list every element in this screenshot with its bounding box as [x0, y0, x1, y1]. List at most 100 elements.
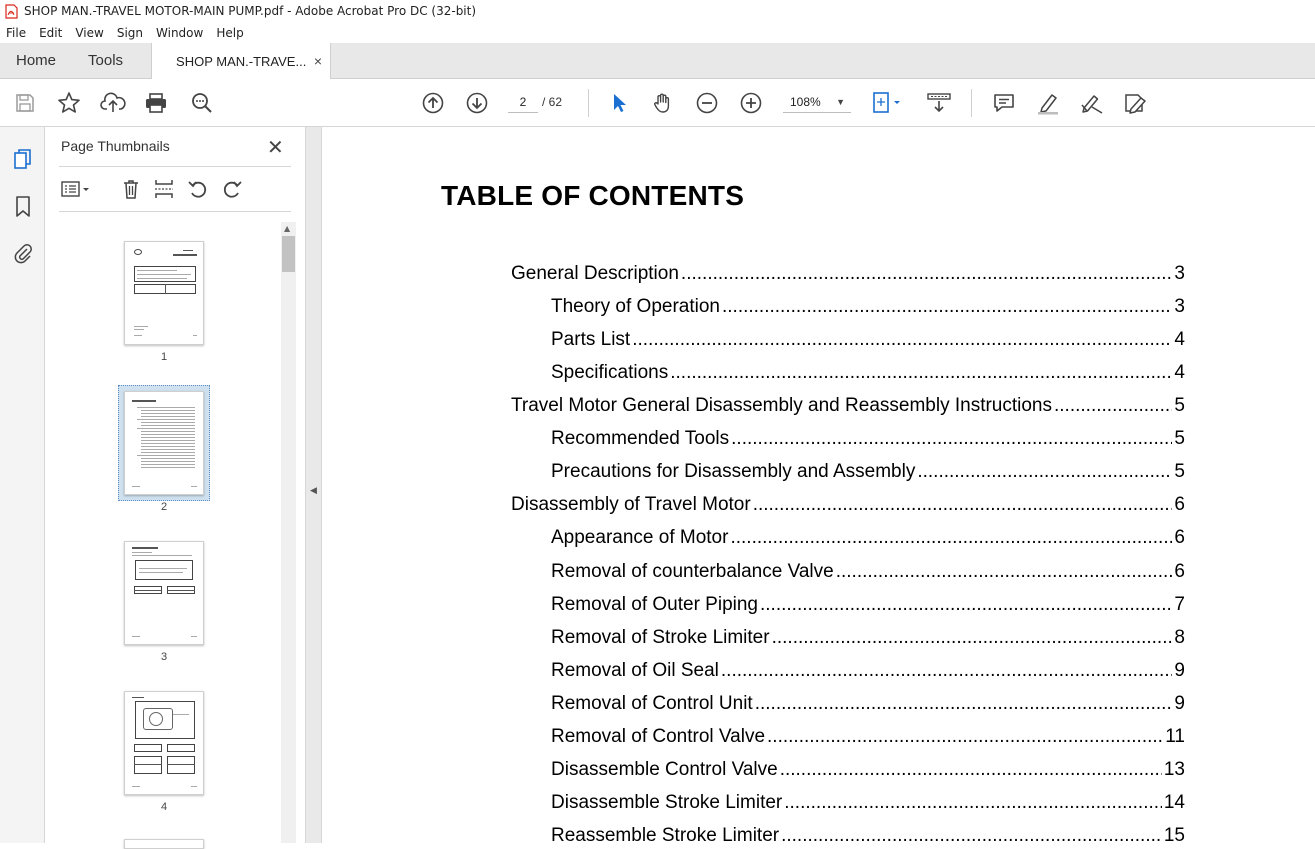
select-cursor-icon[interactable]: [605, 89, 633, 117]
tab-home[interactable]: Home: [0, 43, 72, 78]
toc-leader-dots: [681, 263, 1173, 285]
page-thumbnail-1[interactable]: [124, 241, 204, 345]
toc-entry-title: Removal of counterbalance Valve: [551, 561, 834, 582]
toc-entry[interactable]: Appearance of Motor 6: [551, 527, 1185, 551]
title-bar: SHOP MAN.-TRAVEL MOTOR-MAIN PUMP.pdf - A…: [0, 0, 1315, 22]
redact-edit-icon[interactable]: [1122, 89, 1150, 117]
hand-tool-icon[interactable]: [649, 89, 677, 117]
rotate-counterclockwise-icon[interactable]: [186, 177, 210, 201]
menu-window[interactable]: Window: [156, 26, 203, 40]
toc-entry-page: 15: [1163, 825, 1185, 843]
menu-edit[interactable]: Edit: [39, 26, 62, 40]
page-thumbnail-4[interactable]: [124, 691, 204, 795]
panel-close-icon[interactable]: ✕: [267, 135, 284, 159]
toc-entry[interactable]: Parts List 4: [551, 329, 1185, 353]
toc-entry-page: 3: [1174, 263, 1185, 284]
toc-entry-title: Precautions for Disassembly and Assembly: [551, 461, 916, 482]
toc-leader-dots: [780, 759, 1162, 781]
toc-entry[interactable]: Recommended Tools 5: [551, 428, 1185, 452]
toc-entry[interactable]: Removal of counterbalance Valve 6: [551, 561, 1185, 585]
bookmark-star-icon[interactable]: [55, 89, 83, 117]
toc-entry-page: 4: [1174, 329, 1185, 350]
toc-entry[interactable]: Removal of Outer Piping 7: [551, 594, 1185, 618]
scroll-up-arrow-icon[interactable]: ▲: [284, 224, 290, 233]
zoom-out-icon[interactable]: [693, 89, 721, 117]
page-number-input[interactable]: 2: [508, 91, 538, 113]
toc-leader-dots: [836, 561, 1173, 583]
toc-leader-dots: [760, 594, 1172, 616]
toc-entry[interactable]: Specifications 4: [551, 362, 1185, 386]
zoom-in-icon[interactable]: [737, 89, 765, 117]
toc-entry-page: 6: [1174, 561, 1185, 582]
highlight-pen-icon[interactable]: [1034, 89, 1062, 117]
toc-entry[interactable]: Disassemble Control Valve 13: [551, 759, 1185, 783]
tab-tools[interactable]: Tools: [72, 43, 139, 78]
scrolling-mode-icon[interactable]: [925, 89, 953, 117]
toc-leader-dots: [670, 362, 1172, 384]
toc-entry[interactable]: Theory of Operation 3: [551, 296, 1185, 320]
page-thumbnail-label: 2: [160, 501, 168, 513]
document-view[interactable]: TABLE OF CONTENTS General Description 3 Th…: [322, 127, 1315, 843]
comment-icon[interactable]: [990, 89, 1018, 117]
toc-leader-dots: [1054, 395, 1172, 417]
collapse-panel-arrow-icon[interactable]: ◀: [310, 486, 317, 496]
main-toolbar: [0, 79, 1315, 127]
toc-entry-title: Removal of Oil Seal: [551, 660, 719, 681]
toc-entry[interactable]: General Description 3: [511, 263, 1185, 287]
toc-entry[interactable]: Removal of Stroke Limiter 8: [551, 627, 1185, 651]
next-page-icon[interactable]: [463, 89, 491, 117]
tab-document[interactable]: SHOP MAN.-TRAVE... ×: [151, 43, 332, 79]
toc-entry-title: General Description: [511, 263, 679, 284]
page-total-label: / 62: [542, 95, 563, 109]
zoom-level-value: 108%: [790, 95, 821, 109]
toc-entry-page: 11: [1165, 726, 1185, 747]
toc-entry[interactable]: Removal of Control Valve 11: [551, 726, 1185, 750]
page-thumbnails-icon[interactable]: [9, 145, 37, 173]
toc-entry[interactable]: Disassembly of Travel Motor 6: [511, 494, 1185, 518]
zoom-level-select[interactable]: 108% ▼: [783, 91, 851, 113]
toc-leader-dots: [784, 792, 1162, 814]
insert-page-icon[interactable]: [152, 177, 176, 201]
menu-help[interactable]: Help: [216, 26, 243, 40]
panel-splitter[interactable]: ◀: [305, 127, 322, 843]
toc-leader-dots: [755, 693, 1173, 715]
fill-sign-icon[interactable]: [1078, 89, 1106, 117]
toc-entry[interactable]: Travel Motor General Disassembly and Rea…: [511, 395, 1185, 419]
toc-entry[interactable]: Removal of Control Unit 9: [551, 693, 1185, 717]
toc-entry-page: 8: [1174, 627, 1185, 648]
page-thumbnail-label: 4: [160, 801, 168, 813]
tab-close-icon[interactable]: ×: [314, 53, 322, 69]
save-icon[interactable]: [11, 89, 39, 117]
toc-entry[interactable]: Reassemble Stroke Limiter 15: [551, 825, 1185, 843]
menu-file[interactable]: File: [6, 26, 26, 40]
delete-page-icon[interactable]: [119, 177, 143, 201]
find-zoom-icon[interactable]: [188, 89, 216, 117]
page-thumbnail-3[interactable]: [124, 541, 204, 645]
toc-entry[interactable]: Removal of Oil Seal 9: [551, 660, 1185, 684]
toc-entry[interactable]: Precautions for Disassembly and Assembly…: [551, 461, 1185, 485]
toc-leader-dots: [731, 428, 1172, 450]
toc-entry-title: Removal of Outer Piping: [551, 594, 758, 615]
page-thumbnails-panel: Page Thumbnails ✕ ▲ 1 2 3 4: [45, 127, 305, 849]
toc-entry-page: 7: [1174, 594, 1185, 615]
bookmarks-icon[interactable]: [9, 193, 37, 221]
page-thumbnail-5[interactable]: [124, 839, 204, 849]
menu-view[interactable]: View: [75, 26, 103, 40]
menu-sign[interactable]: Sign: [117, 26, 143, 40]
scrollbar-thumb[interactable]: [282, 236, 295, 272]
window-title: SHOP MAN.-TRAVEL MOTOR-MAIN PUMP.pdf - A…: [24, 4, 477, 18]
thumbnails-scrollbar[interactable]: ▲: [281, 222, 296, 843]
rotate-clockwise-icon[interactable]: [220, 177, 244, 201]
page-thumbnail-2[interactable]: [124, 391, 204, 495]
previous-page-icon[interactable]: [419, 89, 447, 117]
toc-entry-title: Recommended Tools: [551, 428, 730, 449]
toc-leader-dots: [730, 527, 1172, 549]
toc-entry-title: Removal of Control Unit: [551, 693, 753, 714]
fit-page-icon[interactable]: [868, 89, 906, 117]
document-heading: TABLE OF CONTENTS: [441, 180, 745, 211]
attachments-paperclip-icon[interactable]: [9, 239, 37, 267]
upload-cloud-icon[interactable]: [99, 89, 127, 117]
thumbnail-options-icon[interactable]: [59, 177, 93, 201]
print-icon[interactable]: [142, 89, 170, 117]
toc-entry[interactable]: Disassemble Stroke Limiter 14: [551, 792, 1185, 816]
